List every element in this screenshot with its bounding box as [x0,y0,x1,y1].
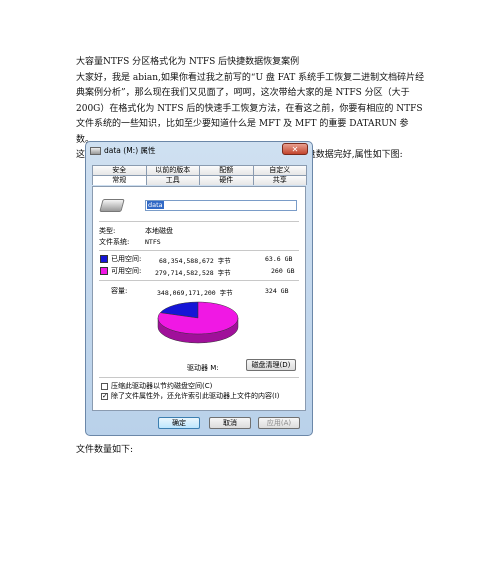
article-intro: 大家好，我是 abian,如果你看过我之前写的“U 盘 FAT 系统手工恢复二进… [76,72,425,145]
used-label: 已用空间: [111,255,142,263]
tab-strip: 安全 以前的版本 配额 自定义 常规 工具 硬件 共享 [92,165,307,185]
usage-pie-chart [157,301,239,344]
tab-row-2: 常规 工具 硬件 共享 [92,175,307,185]
compress-label: 压缩此驱动器以节约磁盘空间(C) [111,382,213,390]
used-bytes: 68,354,588,672 字节 [159,257,231,265]
free-bytes: 279,714,582,528 字节 [155,269,231,277]
fs-value: NTFS [145,238,161,246]
used-gb: 63.6 GB [265,255,293,263]
tab-sharing[interactable]: 共享 [252,175,307,185]
tab-previous-versions[interactable]: 以前的版本 [145,165,200,175]
type-value: 本地磁盘 [145,227,173,235]
general-panel: data 类型: 本地磁盘 文件系统: NTFS 已用空间: 68,354,58… [92,186,306,411]
fs-label: 文件系统: [99,238,130,246]
type-label: 类型: [99,227,116,235]
divider [99,280,299,281]
divider [99,377,299,378]
disk-icon [99,199,125,212]
compress-checkbox[interactable] [101,383,108,390]
capacity-gb: 324 GB [265,287,289,295]
ok-button[interactable]: 确定 [158,417,200,429]
used-color-swatch [100,255,108,263]
properties-dialog: data (M:) 属性 ✕ 安全 以前的版本 配额 自定义 常规 工具 硬件 … [85,141,313,436]
tab-quota[interactable]: 配额 [199,165,254,175]
tab-row-1: 安全 以前的版本 配额 自定义 [92,165,307,175]
article-heading: 大容量NTFS 分区格式化为 NTFS 后快捷数据恢复案例 [76,57,300,67]
dialog-title: data (M:) 属性 [104,146,156,155]
free-gb: 260 GB [271,267,295,275]
title-bar: data (M:) 属性 ✕ [90,143,308,156]
volume-label-input[interactable]: data [145,200,297,211]
cancel-button[interactable]: 取消 [209,417,251,429]
tab-security[interactable]: 安全 [92,165,147,175]
drive-icon [90,146,101,155]
index-label: 除了文件属性外，还允许索引此驱动器上文件的内容(I) [111,392,280,400]
tab-tools[interactable]: 工具 [145,175,200,185]
pie-top [157,301,239,335]
figure-caption: 文件数量如下: [76,445,134,455]
divider [99,250,299,251]
tab-hardware[interactable]: 硬件 [199,175,254,185]
tab-general[interactable]: 常规 [92,175,147,185]
capacity-label: 容量: [111,287,128,295]
free-color-swatch [100,267,108,275]
volume-label-text: data [147,201,164,209]
index-checkbox[interactable]: ✓ [101,393,108,400]
divider [99,221,299,222]
capacity-bytes: 348,069,171,200 字节 [157,289,233,297]
free-label: 可用空间: [111,267,142,275]
disk-cleanup-button[interactable]: 磁盘清理(D) [246,359,296,371]
drive-letter-label: 驱动器 M: [187,364,219,372]
tab-customize[interactable]: 自定义 [252,165,307,175]
close-button[interactable]: ✕ [282,143,308,155]
apply-button[interactable]: 应用(A) [258,417,300,429]
